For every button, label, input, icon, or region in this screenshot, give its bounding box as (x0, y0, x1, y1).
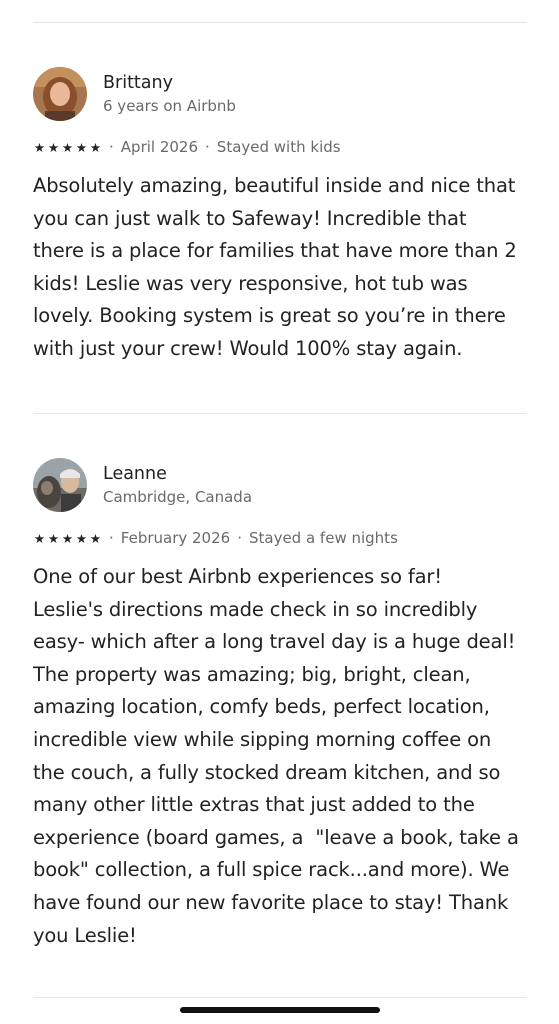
review-divider (33, 997, 527, 998)
reviewer-location: Cambridge, Canada (103, 487, 253, 506)
star-rating: ★ ★ ★ ★ ★ (33, 140, 102, 155)
star-icon: ★ (75, 530, 88, 546)
reviewer-tenure: 6 years on Airbnb (103, 96, 236, 115)
review-meta: ★ ★ ★ ★ ★ · February 2026 · Stayed a few… (33, 527, 531, 549)
reviewer-name[interactable]: Leanne (103, 463, 252, 485)
star-icon: ★ (33, 139, 46, 155)
reviewer-profile[interactable]: Brittany 6 years on Airbnb (33, 66, 531, 122)
review-date: April 2026 (120, 138, 199, 156)
review-text: Absolutely amazing, beautiful inside and… (33, 174, 517, 360)
stay-type: Stayed a few nights (248, 529, 398, 547)
review-date: February 2026 (120, 529, 231, 547)
star-icon: ★ (61, 530, 74, 546)
separator-dot: · (109, 529, 114, 547)
review-divider (33, 22, 527, 23)
separator-dot: · (109, 138, 114, 156)
review-text: One of our best Airbnb experiences so fa… (33, 565, 519, 947)
reviewer-avatar[interactable] (33, 67, 87, 121)
reviewer-avatar[interactable] (33, 458, 87, 512)
review-card: Leanne Cambridge, Canada ★ ★ ★ ★ ★ · Feb… (33, 457, 531, 952)
star-icon: ★ (75, 139, 88, 155)
star-icon: ★ (89, 530, 102, 546)
separator-dot: · (237, 529, 242, 547)
stay-type: Stayed with kids (216, 138, 341, 156)
review-meta: ★ ★ ★ ★ ★ · April 2026 · Stayed with kid… (33, 136, 531, 158)
star-icon: ★ (61, 139, 74, 155)
review-divider (33, 413, 527, 414)
star-icon: ★ (47, 530, 60, 546)
star-icon: ★ (47, 139, 60, 155)
separator-dot: · (205, 138, 210, 156)
home-indicator[interactable] (180, 1007, 380, 1013)
star-icon: ★ (33, 530, 46, 546)
review-card: Brittany 6 years on Airbnb ★ ★ ★ ★ ★ · A… (33, 66, 531, 366)
reviewer-profile[interactable]: Leanne Cambridge, Canada (33, 457, 531, 513)
reviewer-name[interactable]: Brittany (103, 72, 236, 94)
star-rating: ★ ★ ★ ★ ★ (33, 531, 102, 546)
star-icon: ★ (89, 139, 102, 155)
